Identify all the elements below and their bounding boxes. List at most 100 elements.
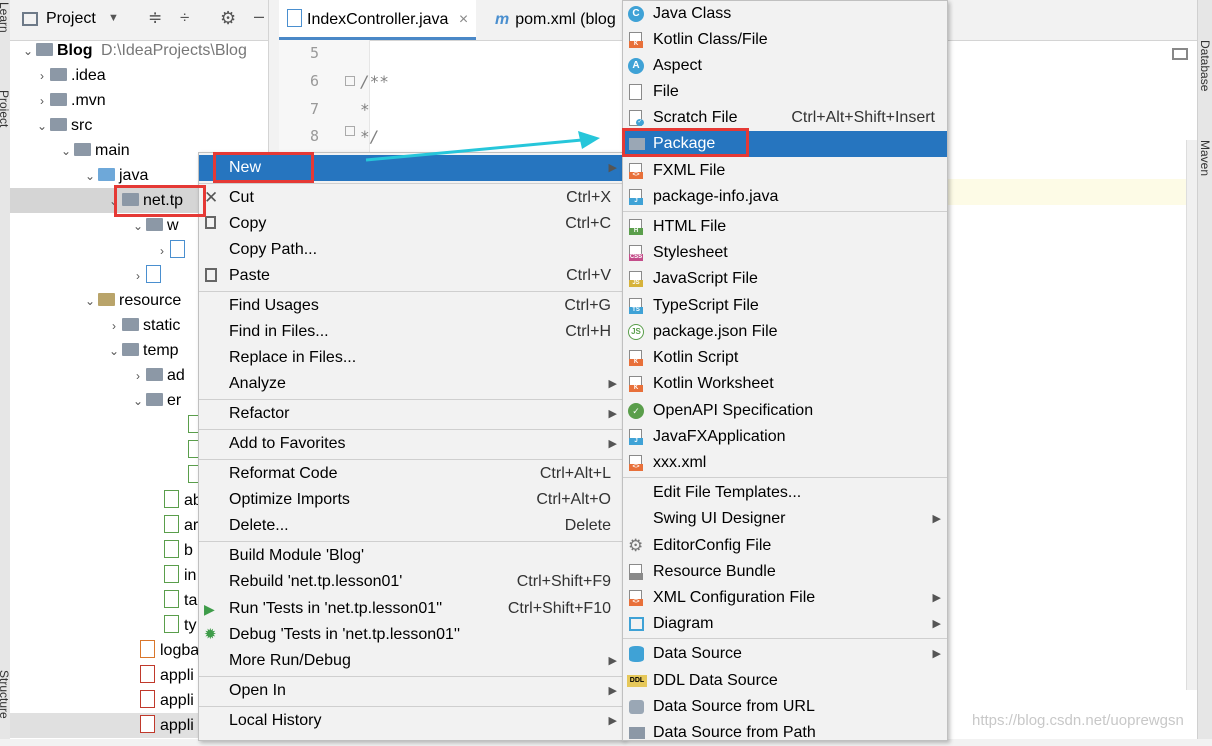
menu-item-javafx-application[interactable]: J JavaFXApplication [623,424,947,450]
tree-item[interactable]: logba [140,638,199,663]
tree-item[interactable]: in [164,563,196,588]
menu-item-analyze[interactable]: Analyze ▶ [199,371,623,397]
menu-item-find-usages[interactable]: Find Usages Ctrl+G [199,293,623,319]
chevron-down-icon[interactable]: ⌄ [58,139,74,164]
tree-item[interactable]: ar [164,513,198,538]
chevron-down-icon[interactable]: ⌄ [106,339,122,364]
database-tool-tab[interactable]: Database [1198,40,1212,91]
menu-item-kotlin-class[interactable]: K Kotlin Class/File [623,27,947,53]
menu-item-ddl-data-source[interactable]: DDL DDL Data Source [623,668,947,694]
menu-item-javascript-file[interactable]: JS JavaScript File [623,266,947,292]
menu-item-cut[interactable]: ✕ Cut Ctrl+X [199,185,623,211]
maven-tool-tab[interactable]: Maven [1198,140,1212,176]
chevron-down-icon[interactable]: ⌄ [82,289,98,314]
tree-item[interactable]: › .idea [34,63,106,88]
menu-item-stylesheet[interactable]: CSS Stylesheet [623,240,947,266]
menu-item-data-source-url[interactable]: Data Source from URL [623,694,947,720]
menu-item-find-in-files[interactable]: Find in Files... Ctrl+H [199,319,623,345]
tree-root[interactable]: ⌄ Blog D:\IdeaProjects\Blog [20,38,247,63]
chevron-down-icon[interactable]: ⌄ [130,214,146,239]
tree-item[interactable]: appli [140,688,194,713]
chevron-right-icon[interactable]: › [34,64,50,89]
menu-item-fxml-file[interactable]: <> FXML File [623,158,947,184]
minimize-icon[interactable]: – [254,6,264,27]
menu-item-html-file[interactable]: H HTML File [623,214,947,240]
editor-scrollbar[interactable] [1186,140,1197,690]
menu-item-xxx-xml[interactable]: <> xxx.xml [623,450,947,476]
gear-icon[interactable]: ⚙ [220,8,236,29]
fold-icon[interactable] [345,76,355,86]
tree-item[interactable]: ab [164,488,202,513]
reader-mode-icon[interactable] [1172,48,1188,60]
close-icon[interactable]: × [459,11,468,28]
tree-item[interactable]: appli [140,663,194,688]
chevron-right-icon[interactable]: › [106,314,122,339]
chevron-right-icon[interactable]: › [130,264,146,289]
menu-item-copy-path[interactable]: Copy Path... [199,237,623,263]
menu-item-add-to-favorites[interactable]: Add to Favorites ▶ [199,431,623,457]
menu-item-optimize-imports[interactable]: Optimize Imports Ctrl+Alt+O [199,487,623,513]
menu-item-more-run-debug[interactable]: More Run/Debug ▶ [199,648,623,674]
tree-item[interactable]: ⌄ temp [106,338,179,363]
menu-item-data-source[interactable]: Data Source ▶ [623,641,947,667]
tree-item[interactable]: appli [10,713,210,738]
menu-item-data-source-path[interactable]: Data Source from Path [623,720,947,746]
menu-item-openapi[interactable]: ✓ OpenAPI Specification [623,398,947,424]
tab-pom-xml[interactable]: m pom.xml (blog [487,0,624,40]
menu-item-typescript-file[interactable]: TS TypeScript File [623,293,947,319]
tree-item[interactable]: ⌄ src [34,113,92,138]
menu-item-package-info[interactable]: Jpackage-info.java [623,184,947,210]
menu-item-package-json[interactable]: JS package.json File [623,319,947,345]
tree-item[interactable]: › [154,238,190,263]
tree-item[interactable]: ta [164,588,197,613]
menu-item-replace-in-files[interactable]: Replace in Files... [199,345,623,371]
chevron-down-icon[interactable]: ⌄ [130,389,146,414]
chevron-down-icon[interactable]: ⌄ [34,114,50,139]
tree-item[interactable]: b [164,538,193,563]
menu-item-java-class[interactable]: C Java Class [623,1,947,27]
menu-item-run-tests[interactable]: ▶ Run 'Tests in 'net.tp.lesson01'' Ctrl+Sh… [199,596,623,622]
tree-item[interactable]: › static [106,313,180,338]
menu-item-kotlin-script[interactable]: K Kotlin Script [623,345,947,371]
chevron-down-icon[interactable]: ⌄ [82,164,98,189]
menu-item-debug-tests[interactable]: ✹ Debug 'Tests in 'net.tp.lesson01'' [199,622,623,648]
kotlin-file-icon: K [629,376,643,392]
tree-item[interactable]: › ad [130,363,185,388]
menu-item-paste[interactable]: Paste Ctrl+V [199,263,623,289]
menu-item-resource-bundle[interactable]: Resource Bundle [623,559,947,585]
menu-item-build-module[interactable]: Build Module 'Blog' [199,543,623,569]
menu-item-label: Aspect [653,57,702,74]
expand-all-icon[interactable]: ≑ [148,8,162,28]
chevron-right-icon[interactable]: › [130,364,146,389]
project-panel-title[interactable]: Project [46,10,96,28]
chevron-right-icon[interactable]: › [154,239,170,264]
chevron-down-icon[interactable]: ⌄ [20,39,36,64]
menu-item-reformat-code[interactable]: Reformat Code Ctrl+Alt+L [199,461,623,487]
tree-item[interactable]: ⌄ er [130,388,181,413]
menu-item-local-history[interactable]: Local History ▶ [199,708,623,734]
menu-item-delete[interactable]: Delete... Delete [199,513,623,539]
fold-icon[interactable] [345,126,355,136]
collapse-all-icon[interactable]: ÷ [180,8,189,28]
menu-item-refactor[interactable]: Refactor ▶ [199,401,623,427]
menu-item-aspect[interactable]: A Aspect [623,53,947,79]
menu-item-diagram[interactable]: Diagram ▶ [623,611,947,637]
menu-item-swing-ui-designer[interactable]: Swing UI Designer ▶ [623,506,947,532]
tree-item[interactable]: ty [164,613,196,638]
tab-index-controller[interactable]: IndexController.java × [279,0,477,40]
tree-item[interactable]: › [130,263,166,288]
menu-item-edit-file-templates[interactable]: Edit File Templates... [623,480,947,506]
menu-item-copy[interactable]: Copy Ctrl+C [199,211,623,237]
menu-item-kotlin-worksheet[interactable]: K Kotlin Worksheet [623,371,947,397]
tree-item[interactable]: ⌄ resource [82,288,181,313]
menu-item-xml-configuration[interactable]: <> XML Configuration File ▶ [623,585,947,611]
tree-item[interactable]: › .mvn [34,88,106,113]
menu-item-editorconfig[interactable]: ⚙ EditorConfig File [623,533,947,559]
menu-item-file[interactable]: File [623,79,947,105]
chevron-down-icon[interactable]: ▼ [108,12,119,24]
chevron-right-icon[interactable]: › [34,89,50,114]
menu-item-rebuild[interactable]: Rebuild 'net.tp.lesson01' Ctrl+Shift+F9 [199,569,623,595]
menu-item-open-in[interactable]: Open In ▶ [199,678,623,704]
menu-item-label: Analyze [229,375,286,392]
tree-item[interactable]: ⌄ main [58,138,130,163]
